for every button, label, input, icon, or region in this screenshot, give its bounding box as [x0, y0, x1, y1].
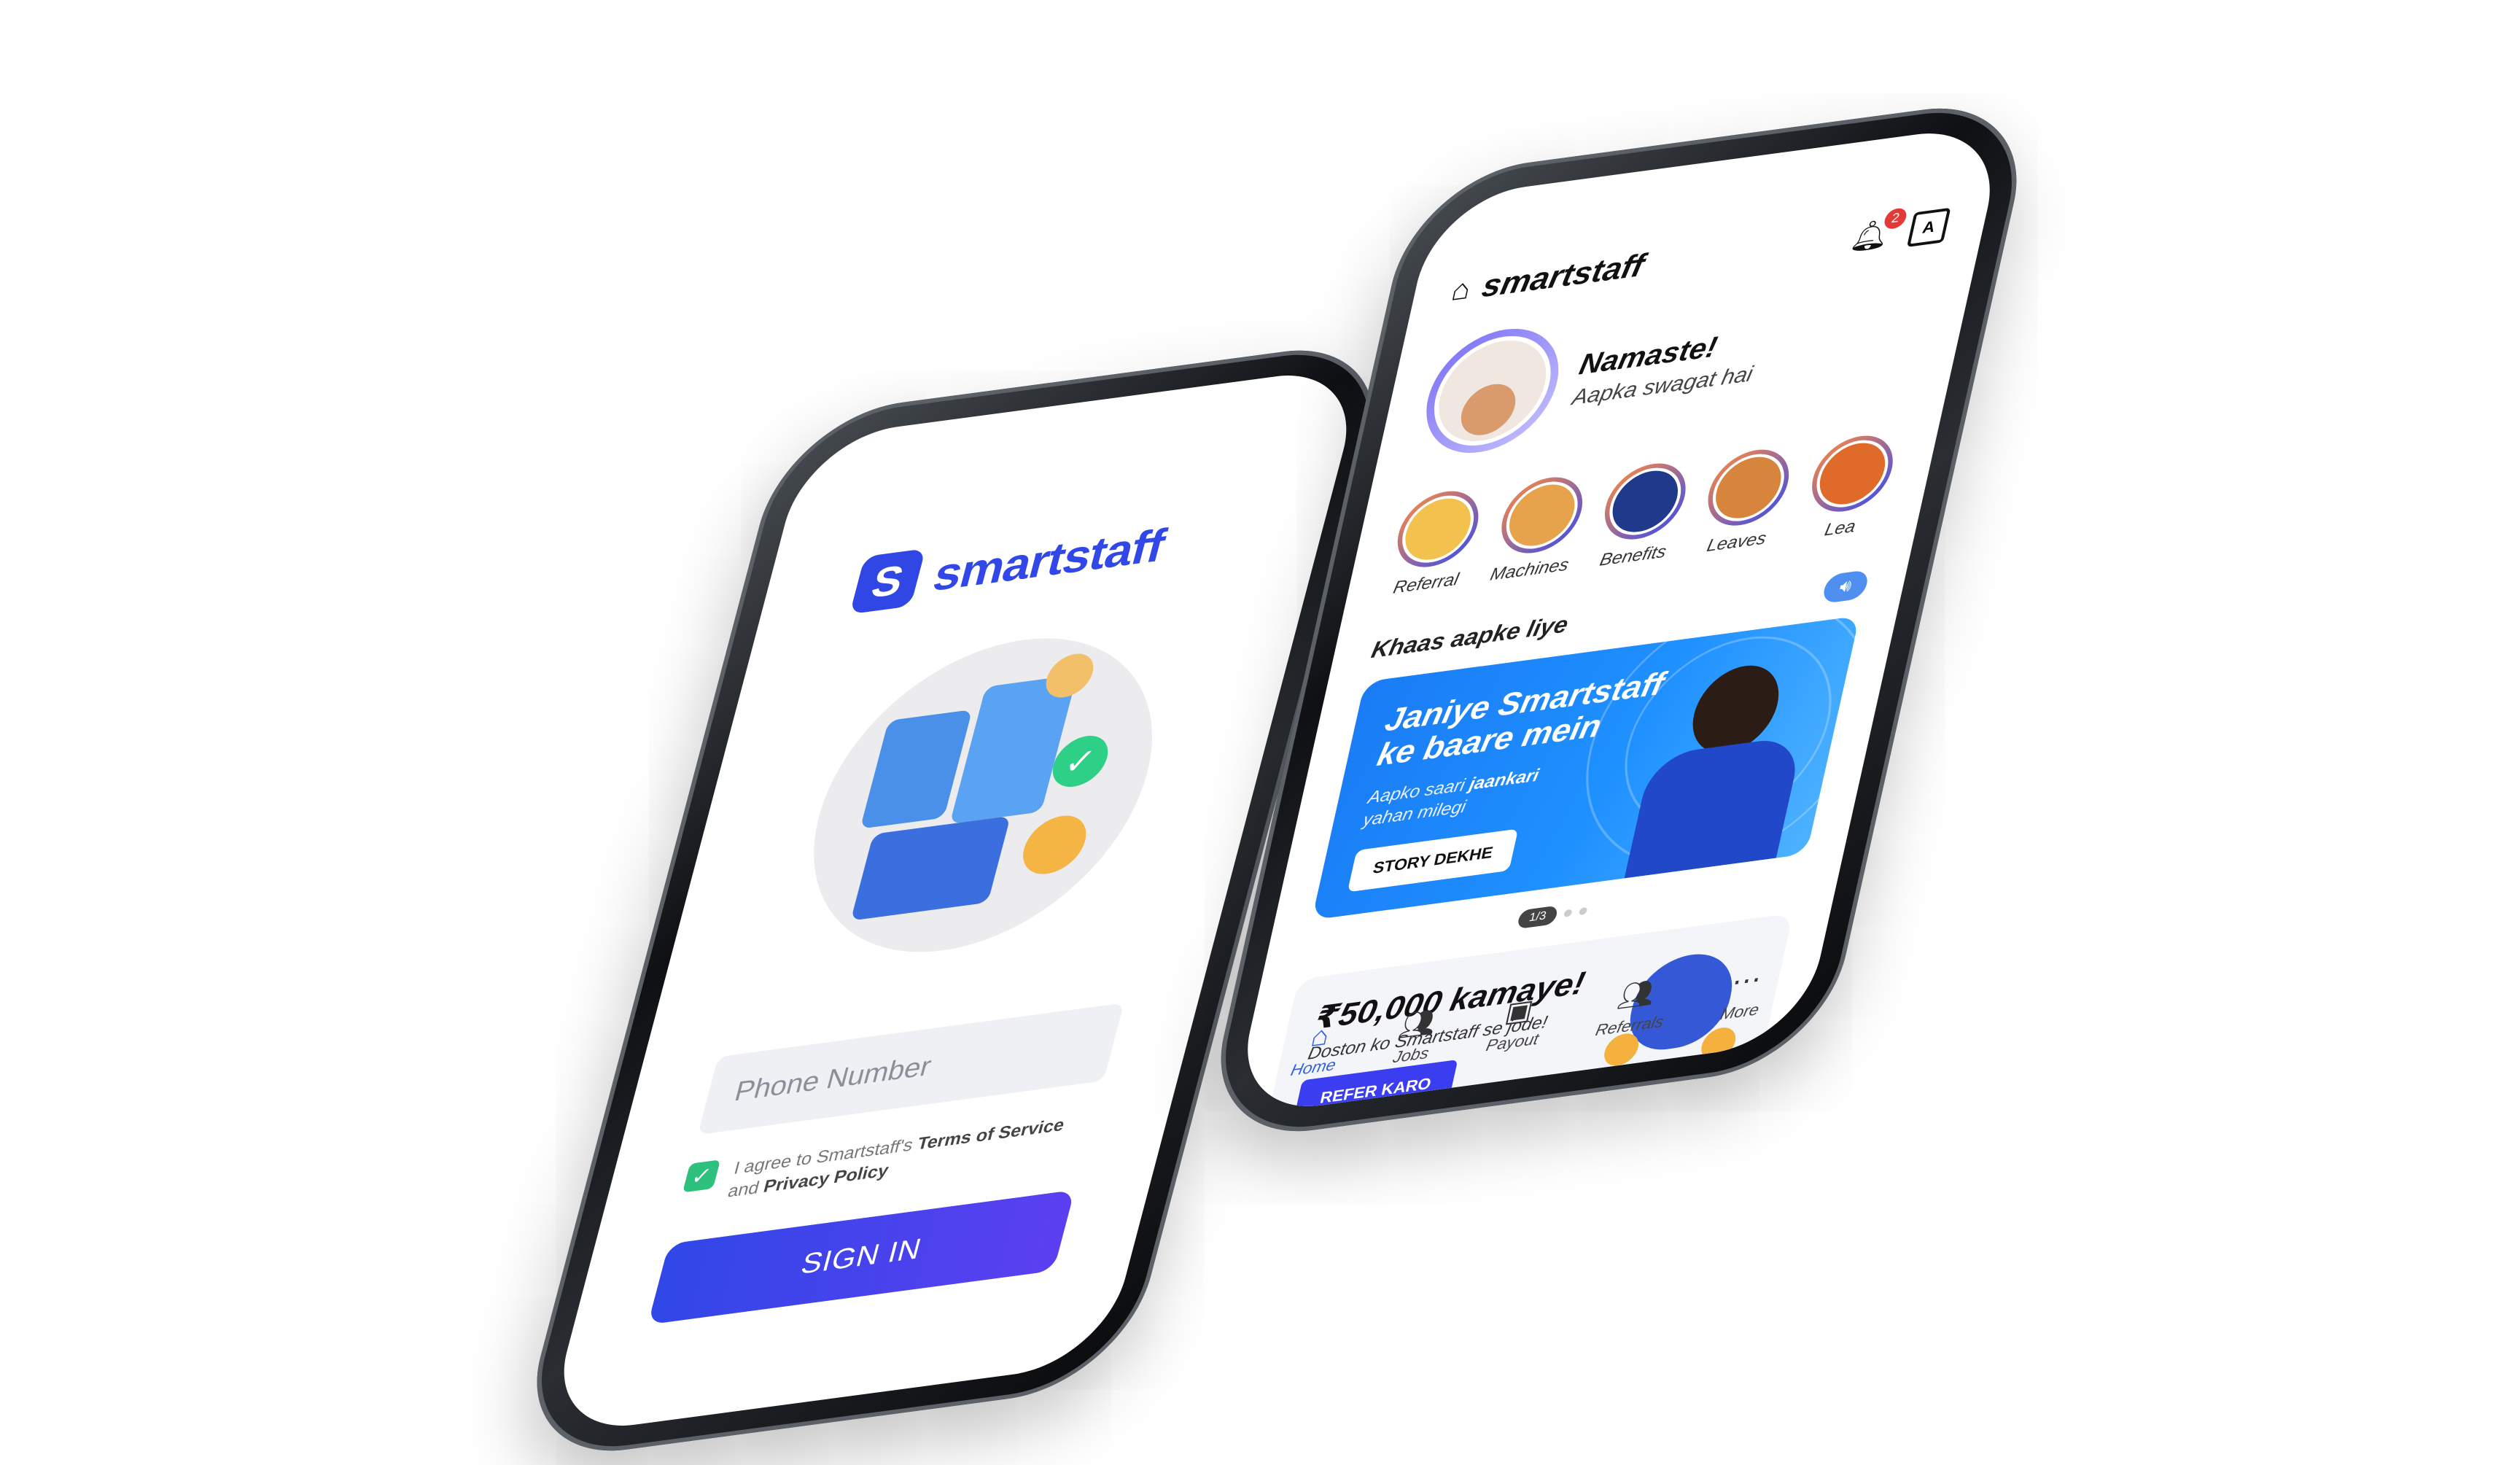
brand-logo: S smartstaff — [849, 502, 1271, 615]
brand-header: ⌂ smartstaff — [1448, 247, 1648, 309]
quick-inner — [1810, 435, 1895, 512]
avatar-face — [1455, 381, 1521, 439]
terms-link[interactable]: Terms of Service — [915, 1115, 1067, 1154]
nav-home[interactable]: ⌂ Home — [1288, 1019, 1346, 1081]
quick-inner — [1499, 477, 1584, 553]
profile-avatar[interactable] — [1414, 320, 1571, 461]
person-body — [1624, 735, 1804, 879]
notification-badge: 2 — [1882, 206, 1909, 230]
bell-icon — [1041, 650, 1099, 701]
agree-checkbox[interactable]: ✓ — [682, 1159, 721, 1193]
banner-sub-bold: jaankari — [1467, 765, 1541, 794]
pager-dot[interactable] — [1563, 909, 1573, 917]
login-illustration: ✓ — [777, 618, 1189, 973]
quick-label: Leaves — [1705, 528, 1768, 556]
avatar-image — [1423, 329, 1562, 453]
language-toggle-icon[interactable]: A — [1906, 207, 1951, 247]
quick-item-referral[interactable]: Referral — [1383, 486, 1487, 599]
home-phone: ⌂ smartstaff 🔔︎ 2 A Namaste! Aapka swaga… — [1199, 94, 2039, 1146]
more-icon: ⋯ — [1728, 963, 1765, 998]
quick-item-machines[interactable]: Machines — [1487, 472, 1590, 586]
quick-label: Lea — [1822, 516, 1858, 540]
quick-item-leaves[interactable]: Leaves — [1694, 444, 1797, 558]
referrals-icon: 👥︎ — [1614, 977, 1659, 1013]
home-icon: ⌂ — [1448, 272, 1474, 307]
story-dekhe-button[interactable]: STORY DEKHE — [1347, 828, 1519, 893]
agree-and: and — [726, 1178, 762, 1202]
greeting-text: Namaste! Aapka swagat hai — [1570, 325, 1763, 410]
quick-inner — [1396, 491, 1481, 567]
brand-name: smartstaff — [928, 518, 1170, 602]
form-card-icon — [850, 815, 1011, 921]
quick-item-benefits[interactable]: Benefits — [1590, 458, 1694, 572]
benefits-icon — [1597, 458, 1693, 545]
quick-label: Machines — [1488, 554, 1571, 585]
quick-inner — [1706, 449, 1792, 526]
quick-item-partial[interactable]: Lea — [1797, 430, 1901, 544]
coin-icon — [1016, 812, 1093, 878]
speaker-icon[interactable]: 🔊︎ — [1821, 569, 1870, 605]
home-screen: ⌂ smartstaff 🔔︎ 2 A Namaste! Aapka swaga… — [1230, 122, 2007, 1118]
nav-jobs[interactable]: 👥︎ Jobs — [1391, 1006, 1440, 1068]
phone-number-placeholder: Phone Number — [731, 1050, 935, 1108]
section-title: Khaas aapke liye — [1369, 610, 1571, 663]
jobs-icon: 👥︎ — [1396, 1006, 1440, 1042]
story-banner[interactable]: Janiye Smartstaff ke baare mein Aapko sa… — [1311, 615, 1860, 920]
top-actions: 🔔︎ 2 A — [1847, 206, 1951, 255]
pager-dot[interactable] — [1578, 906, 1588, 916]
quick-inner — [1603, 463, 1688, 540]
referral-icon — [1390, 486, 1486, 572]
nav-payout[interactable]: ▣ Payout — [1485, 991, 1549, 1055]
notification-bell-icon[interactable]: 🔔︎ 2 — [1847, 206, 1909, 255]
nav-referrals[interactable]: 👥︎ Referrals — [1593, 975, 1673, 1041]
brand-name: smartstaff — [1479, 247, 1648, 305]
terms-text: I agree to Smartstaff's Terms of Service… — [725, 1114, 1067, 1204]
payout-icon: ▣ — [1502, 994, 1536, 1029]
sign-in-button[interactable]: SIGN IN — [648, 1189, 1076, 1325]
smartstaff-logo-icon: S — [849, 548, 926, 615]
pager-count: 1/3 — [1516, 905, 1559, 930]
machines-icon — [1493, 472, 1590, 559]
quick-label: Benefits — [1598, 541, 1668, 570]
home-icon: ⌂ — [1308, 1020, 1333, 1053]
login-screen: S smartstaff ✓ Phone Number ✓ I agree to… — [544, 364, 1366, 1437]
partial-icon — [1804, 430, 1900, 517]
quick-label: Referral — [1391, 570, 1461, 598]
quick-actions: Referral Machines Benefits Leaves Lea — [1383, 430, 1901, 599]
nav-more[interactable]: ⋯ More — [1719, 962, 1770, 1024]
leaves-icon — [1700, 444, 1797, 531]
